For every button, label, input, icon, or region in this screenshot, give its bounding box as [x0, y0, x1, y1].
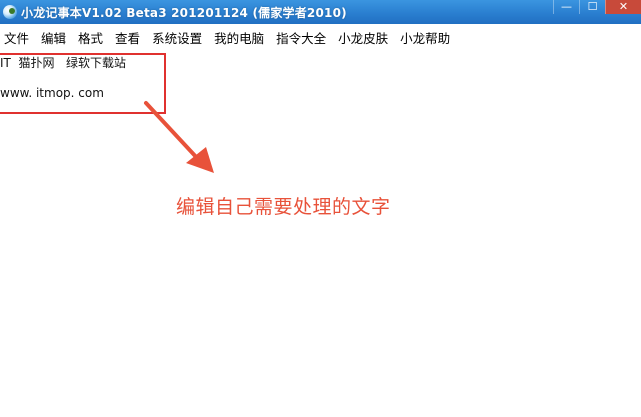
window-controls: — ☐ ✕: [553, 0, 641, 14]
menu-view[interactable]: 查看: [109, 28, 146, 50]
app-logo-icon: [3, 5, 17, 19]
menu-system-settings[interactable]: 系统设置: [146, 28, 208, 50]
menu-skins[interactable]: 小龙皮肤: [332, 28, 394, 50]
menu-format[interactable]: 格式: [72, 28, 109, 50]
annotation-text: 编辑自己需要处理的文字: [176, 196, 391, 218]
menu-edit[interactable]: 编辑: [35, 28, 72, 50]
annotation-arrow-icon: [144, 101, 214, 173]
close-button[interactable]: ✕: [605, 0, 641, 14]
minimize-button[interactable]: —: [553, 0, 579, 14]
notepad-window: 小龙记事本V1.02 Beta3 201201124 (儒家学者2010) — …: [0, 0, 641, 417]
window-title: 小龙记事本V1.02 Beta3 201201124 (儒家学者2010): [21, 5, 347, 20]
maximize-button[interactable]: ☐: [579, 0, 605, 14]
menu-commands[interactable]: 指令大全: [270, 28, 332, 50]
menu-help[interactable]: 小龙帮助: [394, 28, 456, 50]
menu-bar: 文件 编辑 格式 查看 系统设置 我的电脑 指令大全 小龙皮肤 小龙帮助: [0, 24, 641, 54]
menu-my-computer[interactable]: 我的电脑: [208, 28, 270, 50]
menu-file[interactable]: 文件: [0, 28, 35, 50]
title-bar[interactable]: 小龙记事本V1.02 Beta3 201201124 (儒家学者2010) — …: [0, 0, 641, 24]
